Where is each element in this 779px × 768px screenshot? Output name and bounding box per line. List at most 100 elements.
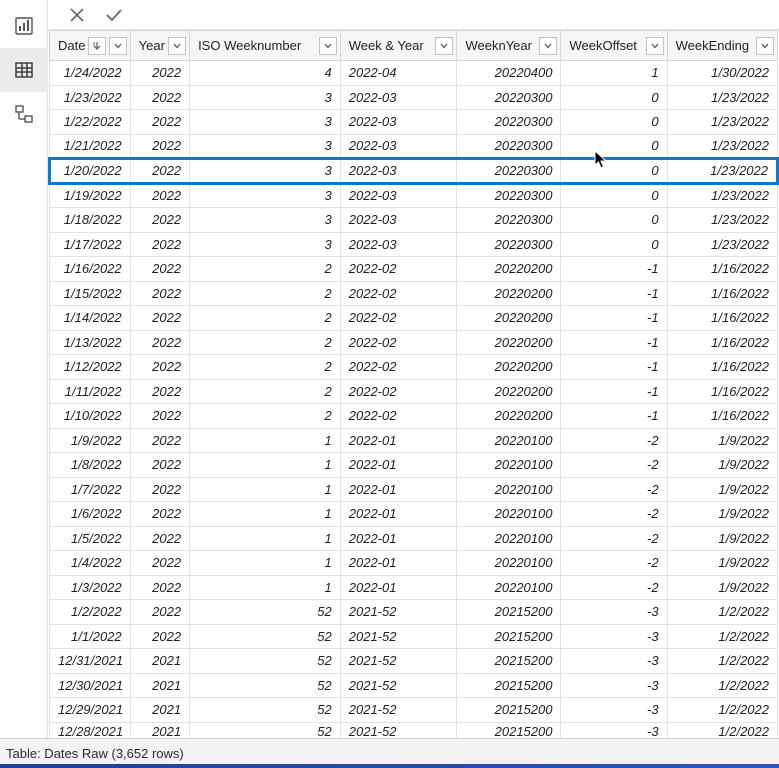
cell-weekoffset[interactable]: -2 [561, 428, 667, 453]
cell-weeknyear[interactable]: 20220300 [457, 85, 561, 110]
cell-weeknyear[interactable]: 20220100 [457, 551, 561, 576]
cell-weekending[interactable]: 1/16/2022 [667, 281, 777, 306]
cell-weekoffset[interactable]: -2 [561, 453, 667, 478]
cell-year[interactable]: 2022 [130, 502, 189, 527]
cell-weeknyear[interactable]: 20215200 [457, 600, 561, 625]
cell-weekoffset[interactable]: -3 [561, 600, 667, 625]
cell-weekending[interactable]: 1/9/2022 [667, 526, 777, 551]
cell-weekyear[interactable]: 2022-04 [340, 61, 457, 86]
cell-weeknyear[interactable]: 20215200 [457, 624, 561, 649]
cell-weeknyear[interactable]: 20220400 [457, 61, 561, 86]
cell-weekoffset[interactable]: 1 [561, 61, 667, 86]
cell-isoweek[interactable]: 4 [190, 61, 341, 86]
cell-weeknyear[interactable]: 20220200 [457, 257, 561, 282]
cell-year[interactable]: 2022 [130, 355, 189, 380]
table-row[interactable]: 1/21/2022202232022-032022030001/23/2022 [50, 134, 778, 159]
cell-weekyear[interactable]: 2022-03 [340, 134, 457, 159]
cell-weeknyear[interactable]: 20220300 [457, 232, 561, 257]
cell-weekyear[interactable]: 2021-52 [340, 624, 457, 649]
cell-date[interactable]: 1/7/2022 [50, 477, 131, 502]
cell-weekoffset[interactable]: -1 [561, 281, 667, 306]
cell-year[interactable]: 2022 [130, 159, 189, 184]
cell-weekyear[interactable]: 2022-01 [340, 428, 457, 453]
cell-weekending[interactable]: 1/2/2022 [667, 673, 777, 698]
cell-weekyear[interactable]: 2022-02 [340, 281, 457, 306]
cell-weekoffset[interactable]: -1 [561, 355, 667, 380]
cell-isoweek[interactable]: 3 [190, 110, 341, 135]
cell-weekoffset[interactable]: -2 [561, 477, 667, 502]
table-row[interactable]: 1/8/2022202212022-0120220100-21/9/2022 [50, 453, 778, 478]
cell-date[interactable]: 12/28/2021 [50, 722, 131, 738]
cell-weekoffset[interactable]: -1 [561, 306, 667, 331]
cell-isoweek[interactable]: 2 [190, 306, 341, 331]
cell-isoweek[interactable]: 52 [190, 698, 341, 723]
cell-date[interactable]: 1/2/2022 [50, 600, 131, 625]
cell-weekoffset[interactable]: 0 [561, 159, 667, 184]
cell-weekending[interactable]: 1/23/2022 [667, 159, 777, 184]
cell-isoweek[interactable]: 3 [190, 232, 341, 257]
cell-isoweek[interactable]: 3 [190, 134, 341, 159]
table-row[interactable]: 12/31/20212021522021-5220215200-31/2/202… [50, 649, 778, 674]
cell-weekending[interactable]: 1/9/2022 [667, 477, 777, 502]
cell-weekending[interactable]: 1/2/2022 [667, 649, 777, 674]
table-row[interactable]: 1/13/2022202222022-0220220200-11/16/2022 [50, 330, 778, 355]
cell-weeknyear[interactable]: 20220200 [457, 281, 561, 306]
cell-weeknyear[interactable]: 20220300 [457, 159, 561, 184]
table-row[interactable]: 1/6/2022202212022-0120220100-21/9/2022 [50, 502, 778, 527]
cell-date[interactable]: 1/16/2022 [50, 257, 131, 282]
cell-weekyear[interactable]: 2021-52 [340, 698, 457, 723]
cell-date[interactable]: 1/10/2022 [50, 404, 131, 429]
cell-weeknyear[interactable]: 20215200 [457, 673, 561, 698]
cell-isoweek[interactable]: 52 [190, 649, 341, 674]
cell-isoweek[interactable]: 1 [190, 428, 341, 453]
chevron-down-icon[interactable] [756, 37, 774, 55]
cell-date[interactable]: 1/20/2022 [50, 159, 131, 184]
checkmark-icon[interactable] [104, 6, 124, 24]
cell-weekending[interactable]: 1/2/2022 [667, 600, 777, 625]
cell-weekoffset[interactable]: 0 [561, 85, 667, 110]
cell-weekending[interactable]: 1/16/2022 [667, 330, 777, 355]
cell-year[interactable]: 2022 [130, 428, 189, 453]
column-header-isoweek[interactable]: ISO Weeknumber [190, 31, 341, 61]
cell-weekyear[interactable]: 2022-02 [340, 404, 457, 429]
cell-weekyear[interactable]: 2022-01 [340, 551, 457, 576]
cell-isoweek[interactable]: 3 [190, 183, 341, 208]
cell-weekending[interactable]: 1/9/2022 [667, 551, 777, 576]
table-row[interactable]: 1/24/2022202242022-042022040011/30/2022 [50, 61, 778, 86]
cell-date[interactable]: 1/24/2022 [50, 61, 131, 86]
table-row[interactable]: 1/11/2022202222022-0220220200-11/16/2022 [50, 379, 778, 404]
cell-weekoffset[interactable]: -3 [561, 673, 667, 698]
cell-weekyear[interactable]: 2022-02 [340, 355, 457, 380]
chevron-down-icon[interactable] [435, 37, 453, 55]
cell-isoweek[interactable]: 52 [190, 600, 341, 625]
table-row[interactable]: 1/1/20222022522021-5220215200-31/2/2022 [50, 624, 778, 649]
cell-weekyear[interactable]: 2022-01 [340, 575, 457, 600]
cell-date[interactable]: 1/11/2022 [50, 379, 131, 404]
cell-isoweek[interactable]: 1 [190, 551, 341, 576]
cell-weeknyear[interactable]: 20215200 [457, 649, 561, 674]
chevron-down-icon[interactable] [109, 37, 127, 55]
cell-weekyear[interactable]: 2022-02 [340, 306, 457, 331]
chevron-down-icon[interactable] [319, 37, 337, 55]
cell-date[interactable]: 12/30/2021 [50, 673, 131, 698]
table-row[interactable]: 1/7/2022202212022-0120220100-21/9/2022 [50, 477, 778, 502]
cell-weekyear[interactable]: 2021-52 [340, 673, 457, 698]
cell-weeknyear[interactable]: 20220100 [457, 502, 561, 527]
cell-year[interactable]: 2022 [130, 85, 189, 110]
cell-weekoffset[interactable]: -2 [561, 575, 667, 600]
cell-weekending[interactable]: 1/16/2022 [667, 379, 777, 404]
model-view-icon[interactable] [0, 92, 48, 136]
table-row[interactable]: 12/29/20212021522021-5220215200-31/2/202… [50, 698, 778, 723]
cell-weekending[interactable]: 1/2/2022 [667, 698, 777, 723]
cell-weekending[interactable]: 1/9/2022 [667, 575, 777, 600]
cell-weeknyear[interactable]: 20220200 [457, 404, 561, 429]
cell-weekending[interactable]: 1/16/2022 [667, 306, 777, 331]
cell-weekoffset[interactable]: 0 [561, 232, 667, 257]
cell-year[interactable]: 2022 [130, 183, 189, 208]
cell-year[interactable]: 2022 [130, 61, 189, 86]
cell-weekyear[interactable]: 2022-01 [340, 526, 457, 551]
table-row[interactable]: 1/15/2022202222022-0220220200-11/16/2022 [50, 281, 778, 306]
cell-weekoffset[interactable]: -1 [561, 379, 667, 404]
cell-date[interactable]: 12/31/2021 [50, 649, 131, 674]
cell-isoweek[interactable]: 52 [190, 722, 341, 738]
